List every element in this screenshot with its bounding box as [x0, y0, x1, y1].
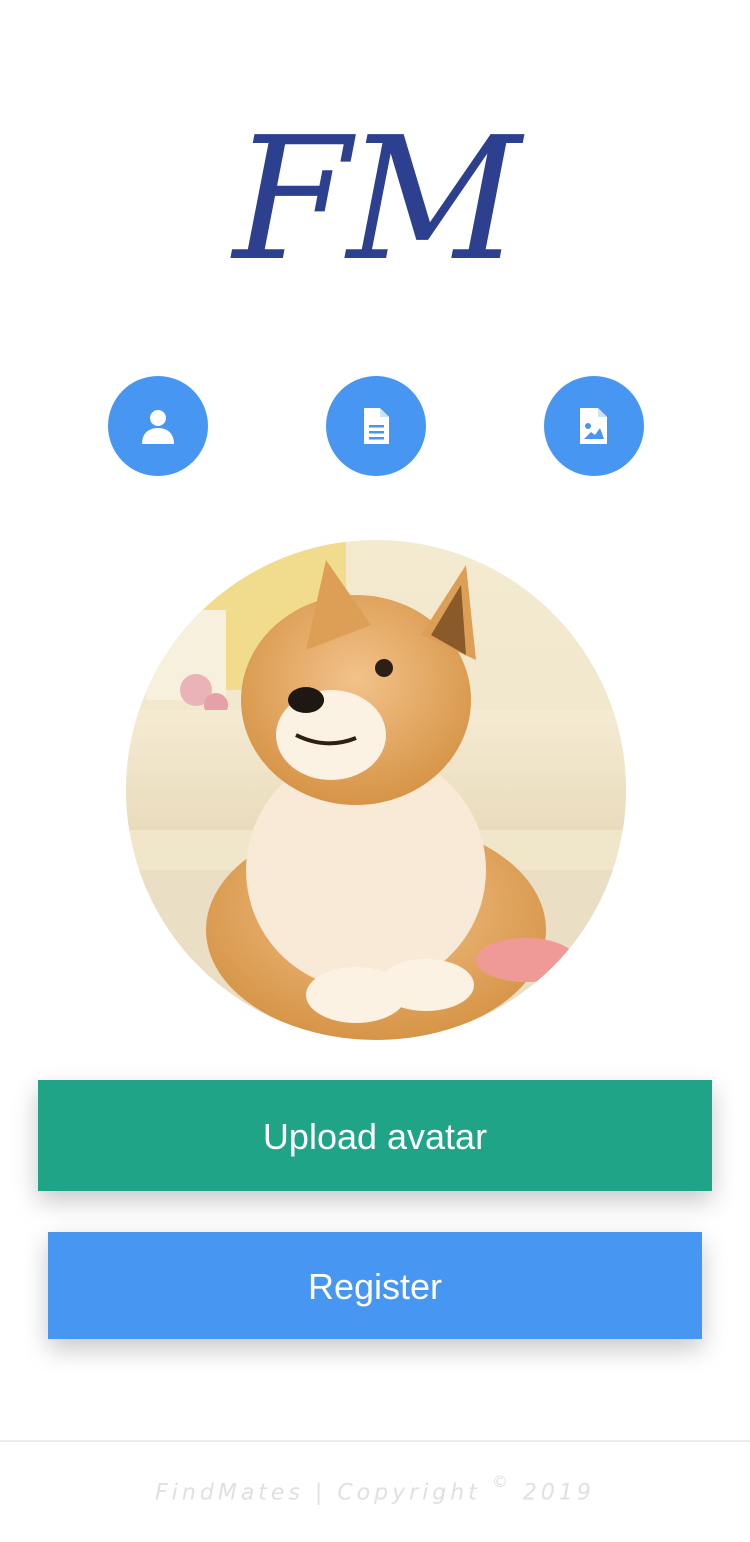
footer-copyright-word: Copyright: [337, 1480, 481, 1506]
document-image-icon: [580, 408, 607, 444]
step-details-button[interactable]: [326, 376, 426, 476]
copyright-symbol: ©: [491, 1472, 512, 1491]
avatar-preview: [126, 540, 626, 1040]
upload-avatar-button[interactable]: Upload avatar: [38, 1080, 712, 1191]
register-page: FM Upload avatar Register FindMates | Co…: [0, 0, 750, 1542]
user-icon: [142, 410, 174, 444]
footer: FindMates | Copyright © 2019: [0, 1472, 750, 1506]
footer-separator: |: [314, 1480, 327, 1506]
register-button[interactable]: Register: [48, 1232, 702, 1339]
step-profile-button[interactable]: [108, 376, 208, 476]
app-logo: FM: [232, 101, 521, 299]
step-avatar-button[interactable]: [544, 376, 644, 476]
document-text-icon: [364, 408, 389, 444]
footer-divider: [0, 1440, 750, 1442]
registration-steps: [0, 376, 750, 476]
footer-year: 2019: [522, 1480, 595, 1506]
dog-avatar-image: [126, 540, 626, 1040]
footer-brand: FindMates: [155, 1480, 304, 1506]
